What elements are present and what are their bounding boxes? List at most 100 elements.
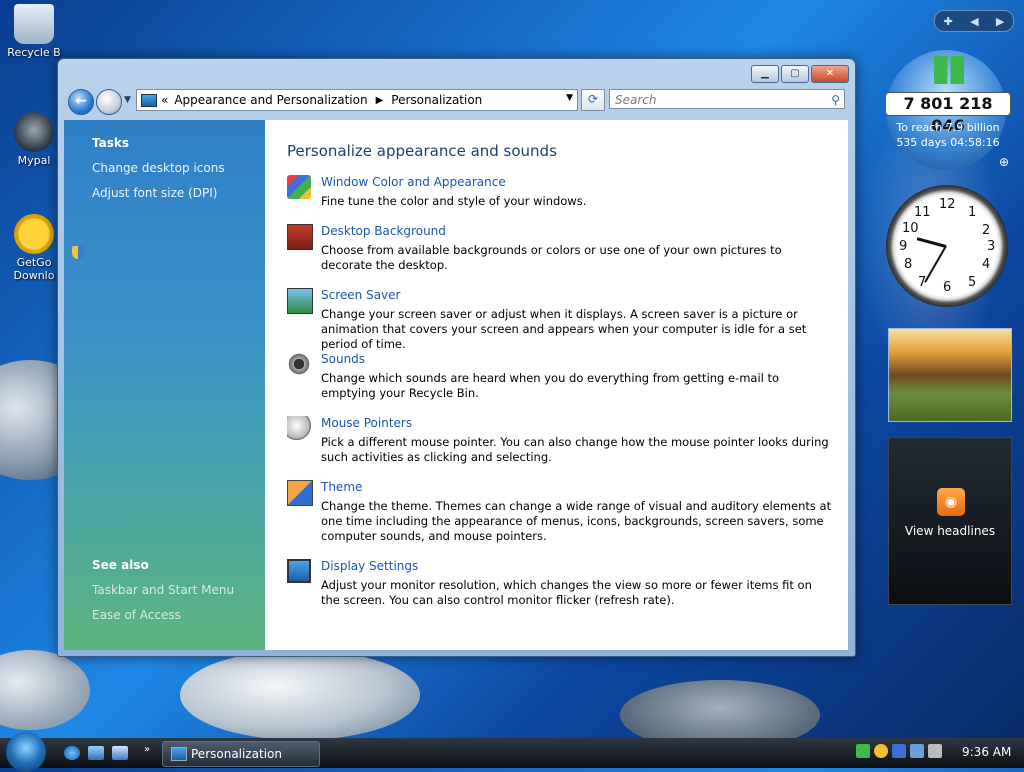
- breadcrumb-separator-icon[interactable]: ▶: [376, 95, 384, 106]
- desktop-icon-label: GetGo Downlo: [13, 256, 55, 282]
- breadcrumb-overflow[interactable]: «: [161, 93, 168, 107]
- tray-security-icon[interactable]: [856, 744, 870, 758]
- taskbar-clock[interactable]: 9:36 AM: [962, 745, 1011, 759]
- clock-number: 11: [914, 205, 931, 220]
- window-controls: ▁ ▢ ✕: [751, 65, 849, 83]
- add-gadget-icon[interactable]: ✚: [944, 15, 953, 28]
- display-settings-link[interactable]: Display Settings: [321, 559, 418, 573]
- population-count: 7 801 218 046: [885, 92, 1011, 135]
- desktop-icon-label: Mypal: [17, 154, 51, 167]
- desktop-icon-getgo[interactable]: GetGo Downlo: [4, 214, 64, 282]
- recent-pages-dropdown[interactable]: ▼: [124, 95, 131, 105]
- view-headlines-label[interactable]: View headlines: [889, 524, 1011, 538]
- theme-link[interactable]: Theme: [321, 480, 362, 494]
- notification-area: [856, 744, 956, 762]
- desktop-icon-mypal[interactable]: Mypal: [4, 112, 64, 167]
- recycle-bin-icon: [14, 4, 54, 44]
- task-pane: Tasks Change desktop icons Adjust font s…: [64, 120, 265, 650]
- show-desktop-icon[interactable]: [88, 746, 104, 760]
- clock-number: 6: [943, 280, 952, 295]
- desktop-icon-recycle-bin[interactable]: Recycle B: [4, 4, 64, 59]
- gadget-options-icon[interactable]: ⊕: [999, 155, 1009, 169]
- desktop-icon-label: Recycle B: [7, 46, 61, 59]
- sidebar-controls: ✚ ◀ ▶: [934, 10, 1014, 32]
- search-icon[interactable]: ⚲: [831, 90, 840, 110]
- mouse-pointers-link[interactable]: Mouse Pointers: [321, 416, 412, 430]
- window-color-link[interactable]: Window Color and Appearance: [321, 175, 506, 189]
- internet-explorer-icon[interactable]: [64, 746, 80, 760]
- search-input[interactable]: Search ⚲: [609, 89, 845, 109]
- see-also-heading: See also: [92, 558, 149, 572]
- people-icon: [934, 56, 964, 84]
- getgo-icon: [14, 214, 54, 254]
- mypal-icon: [14, 112, 54, 152]
- navigation-bar: ← ▼ « Appearance and Personalization ▶ P…: [66, 87, 847, 115]
- refresh-button[interactable]: ⟳: [581, 89, 605, 111]
- taskbar: » Personalization 9:36 AM: [0, 732, 1024, 772]
- search-placeholder: Search: [615, 93, 657, 107]
- item-description: Pick a different mouse pointer. You can …: [321, 435, 829, 464]
- close-button[interactable]: ✕: [811, 65, 849, 83]
- population-gadget[interactable]: 7 801 218 046 To reach 7.9 billion 535 d…: [885, 50, 1011, 170]
- address-bar[interactable]: « Appearance and Personalization ▶ Perso…: [136, 89, 578, 111]
- slideshow-gadget[interactable]: [888, 328, 1012, 422]
- color-palette-icon[interactable]: [287, 175, 311, 199]
- personalization-window: ▁ ▢ ✕ ← ▼ « Appearance and Personalizati…: [57, 58, 856, 657]
- quick-launch-overflow-icon[interactable]: »: [144, 744, 150, 755]
- clock-number: 10: [902, 221, 919, 236]
- taskbar-item-personalization[interactable]: Personalization: [162, 741, 320, 767]
- desktop-background-link[interactable]: Desktop Background: [321, 224, 446, 238]
- previous-gadgets-icon[interactable]: ◀: [970, 15, 978, 28]
- clock-number: 4: [982, 257, 991, 272]
- tray-app-icon[interactable]: [892, 744, 906, 758]
- item-description: Adjust your monitor resolution, which ch…: [321, 578, 812, 607]
- clock-hour-hand: [916, 237, 947, 248]
- desktop-background-icon[interactable]: [287, 224, 313, 250]
- start-button[interactable]: [6, 732, 46, 772]
- minimize-button[interactable]: ▁: [751, 65, 779, 83]
- clock-minute-hand: [924, 245, 947, 283]
- sounds-icon[interactable]: [287, 352, 311, 376]
- taskbar-start-menu-link[interactable]: Taskbar and Start Menu: [92, 583, 234, 597]
- wallpaper-fish: [0, 650, 90, 730]
- ease-of-access-link[interactable]: Ease of Access: [92, 608, 181, 622]
- sounds-link[interactable]: Sounds: [321, 352, 365, 366]
- main-content: Personalize appearance and sounds Window…: [265, 120, 848, 650]
- uac-shield-icon: [72, 246, 84, 259]
- screen-saver-link[interactable]: Screen Saver: [321, 288, 400, 302]
- tray-volume-muted-icon[interactable]: [928, 744, 942, 758]
- item-description: Fine tune the color and style of your wi…: [321, 194, 587, 208]
- breadcrumb-appearance[interactable]: Appearance and Personalization: [174, 93, 367, 107]
- tray-network-icon[interactable]: [910, 744, 924, 758]
- rss-icon: ◉: [937, 488, 965, 516]
- clock-number: 3: [987, 239, 996, 254]
- screen-saver-icon[interactable]: [287, 288, 313, 314]
- taskbar-item-label: Personalization: [191, 747, 282, 761]
- theme-icon[interactable]: [287, 480, 313, 506]
- tray-update-icon[interactable]: [874, 744, 888, 758]
- item-description: Change which sounds are heard when you d…: [321, 371, 780, 400]
- change-desktop-icons-link[interactable]: Change desktop icons: [92, 161, 225, 175]
- page-title: Personalize appearance and sounds: [287, 142, 557, 160]
- adjust-font-size-link[interactable]: Adjust font size (DPI): [92, 186, 217, 200]
- item-description: Change the theme. Themes can change a wi…: [321, 499, 832, 543]
- population-target: To reach 7.9 billion: [896, 121, 1000, 134]
- next-gadgets-icon[interactable]: ▶: [996, 15, 1004, 28]
- control-panel-icon: [171, 747, 187, 761]
- breadcrumb-personalization[interactable]: Personalization: [391, 93, 482, 107]
- maximize-button[interactable]: ▢: [781, 65, 809, 83]
- item-description: Change your screen saver or adjust when …: [321, 307, 807, 351]
- mouse-icon[interactable]: [287, 416, 311, 440]
- address-dropdown-icon[interactable]: ▼: [566, 93, 573, 103]
- clock-number: 2: [982, 223, 991, 238]
- clock-number: 5: [968, 275, 977, 290]
- wallpaper-fish: [180, 650, 420, 740]
- back-button[interactable]: ←: [68, 89, 94, 115]
- switch-windows-icon[interactable]: [112, 746, 128, 760]
- tasks-heading: Tasks: [92, 136, 130, 150]
- feed-headlines-gadget[interactable]: ◉ View headlines: [888, 437, 1012, 605]
- clock-gadget[interactable]: 12 1 2 3 4 5 6 7 8 9 10 11: [886, 185, 1008, 307]
- forward-button[interactable]: [96, 89, 122, 115]
- item-description: Choose from available backgrounds or col…: [321, 243, 782, 272]
- display-icon[interactable]: [287, 559, 311, 583]
